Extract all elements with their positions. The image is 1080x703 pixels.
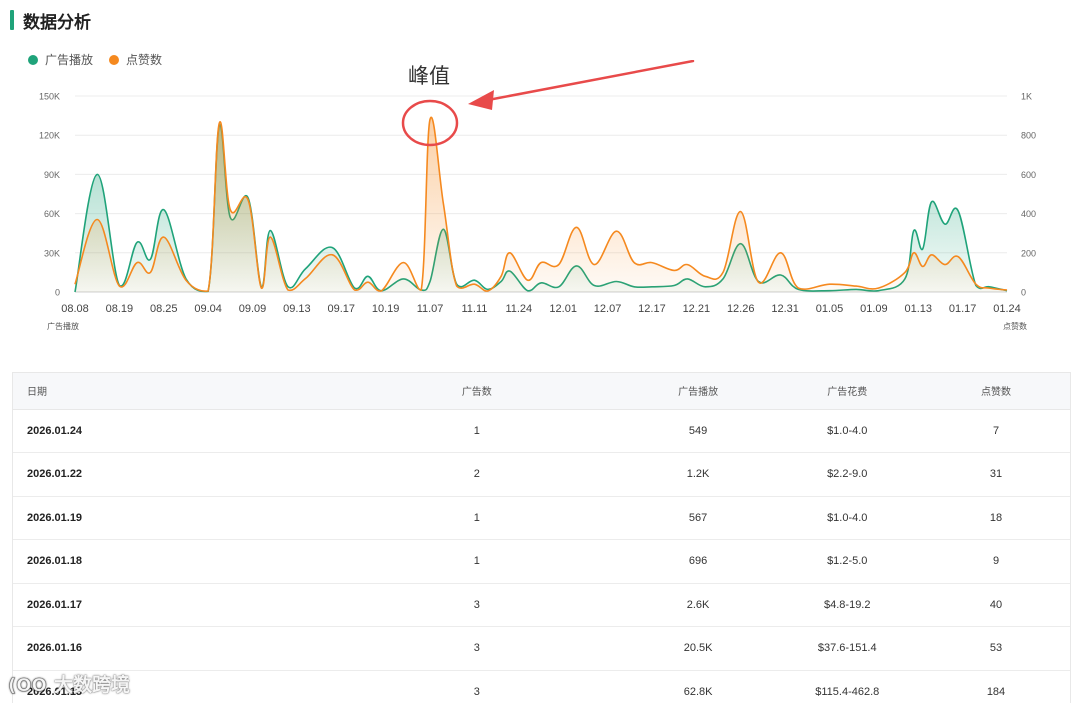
table-cell: 40 — [989, 598, 1003, 611]
x-tick-label: 11.11 — [461, 303, 487, 315]
table-cell: 549 — [688, 424, 708, 437]
table-cell: 31 — [989, 468, 1003, 481]
table-cell: 2.6K — [686, 598, 710, 611]
table-cell: $1.0-4.0 — [827, 424, 868, 437]
x-tick-label: 09.13 — [283, 303, 311, 315]
left-axis-title: 广告播放 — [47, 321, 79, 331]
data-table: 日期 广告数 广告播放 广告花费 点赞数 2026.01.24 1 549 $1.0-4.0 7… — [12, 372, 1071, 703]
watermark-logo-icon: (OO — [8, 674, 47, 696]
x-tick-label: 08.19 — [106, 303, 134, 315]
table-cell: 2 — [473, 468, 480, 481]
table-cell: 2026.01.24 — [27, 424, 83, 437]
section-header: 数据分析 — [10, 9, 91, 33]
table-cell: 2026.01.17 — [27, 598, 83, 611]
table-header-row: 日期 广告数 广告播放 广告花费 点赞数 — [13, 373, 1070, 410]
watermark: (OO 大数跨境 — [6, 670, 130, 697]
x-tick-label: 12.26 — [727, 303, 755, 315]
table-cell: 7 — [992, 424, 1000, 437]
table-cell: 1.2K — [686, 468, 710, 481]
x-tick-label: 12.17 — [638, 303, 666, 315]
right-axis-title: 点赞数 — [1003, 321, 1027, 331]
left-tick-label: 150K — [39, 92, 60, 102]
table-cell: 18 — [989, 511, 1003, 524]
column-header[interactable]: 点赞数 — [922, 373, 1070, 410]
x-tick-label: 10.19 — [372, 303, 400, 315]
x-tick-label: 11.07 — [417, 303, 444, 315]
table-row[interactable]: 2026.01.15 3 62.8K $115.4-462.8 184 — [13, 670, 1070, 703]
table-cell: $115.4-462.8 — [815, 685, 880, 698]
column-header[interactable]: 日期 — [13, 373, 330, 410]
section-accent-bar — [10, 10, 14, 30]
x-tick-label: 09.17 — [328, 303, 356, 315]
x-tick-label: 08.08 — [61, 303, 89, 315]
table-cell: 184 — [986, 685, 1006, 698]
table-cell: 696 — [688, 555, 708, 568]
area-chart: 0 0 30K 200 60K 400 90K 600 120K 800 150K 1K 08.08 08… — [39, 60, 1036, 331]
right-tick-label: 200 — [1021, 248, 1036, 258]
left-tick-label: 120K — [39, 131, 60, 141]
table-cell: 3 — [473, 685, 480, 698]
right-tick-label: 1K — [1021, 92, 1032, 102]
right-tick-label: 0 — [1021, 288, 1026, 298]
table-cell: 2026.01.16 — [27, 642, 83, 655]
table-cell: 20.5K — [683, 642, 713, 655]
table-cell: 567 — [688, 511, 708, 524]
table-cell: 9 — [992, 555, 1000, 568]
table-cell: $1.2-5.0 — [827, 555, 868, 568]
table-row[interactable]: 2026.01.18 1 696 $1.2-5.0 9 — [13, 540, 1070, 583]
left-tick-label: 60K — [44, 209, 60, 219]
peak-annotation-label: 峰值 — [408, 64, 450, 88]
table-cell: 2026.01.19 — [27, 511, 83, 524]
table-cell: 53 — [989, 642, 1003, 655]
arrow-shaft — [486, 60, 695, 102]
right-tick-label: 800 — [1021, 131, 1036, 141]
x-tick-label: 01.05 — [816, 303, 844, 315]
table-row[interactable]: 2026.01.16 3 20.5K $37.6-151.4 53 — [13, 627, 1070, 670]
x-tick-label: 01.17 — [949, 303, 977, 315]
table-row[interactable]: 2026.01.24 1 549 $1.0-4.0 7 — [13, 409, 1070, 453]
x-tick-label: 01.13 — [904, 303, 932, 315]
left-tick-label: 30K — [44, 248, 60, 258]
watermark-text: 大数跨境 — [54, 674, 131, 696]
left-tick-label: 0 — [55, 288, 60, 298]
table-cell: 2026.01.18 — [27, 555, 83, 568]
table-cell: $2.2-9.0 — [827, 468, 868, 481]
table-row[interactable]: 2026.01.19 1 567 $1.0-4.0 18 — [13, 496, 1070, 540]
table-cell: 1 — [473, 424, 480, 437]
right-tick-label: 600 — [1021, 170, 1036, 180]
x-tick-label: 01.09 — [860, 303, 888, 315]
table-cell: $37.6-151.4 — [817, 642, 877, 655]
column-header[interactable]: 广告数 — [329, 373, 624, 410]
arrow-head-icon — [468, 90, 494, 110]
table-cell: 2026.01.22 — [27, 468, 83, 481]
left-tick-label: 90K — [44, 170, 60, 180]
x-tick-label: 12.07 — [594, 303, 622, 315]
column-header[interactable]: 广告播放 — [623, 373, 773, 410]
x-tick-label: 12.01 — [549, 303, 577, 315]
table-row[interactable]: 2026.01.17 3 2.6K $4.8-19.2 40 — [13, 583, 1070, 627]
x-tick-label: 08.25 — [150, 303, 178, 315]
x-tick-label: 12.31 — [771, 303, 799, 315]
x-tick-label: 12.21 — [683, 303, 711, 315]
x-tick-label: 11.24 — [505, 303, 532, 315]
x-tick-label: 09.09 — [239, 303, 267, 315]
table-cell: $1.0-4.0 — [827, 511, 868, 524]
table-cell: $4.8-19.2 — [824, 598, 871, 611]
right-tick-label: 400 — [1021, 209, 1036, 219]
table-cell: 62.8K — [683, 685, 713, 698]
section-title: 数据分析 — [23, 12, 91, 33]
x-tick-label: 01.24 — [993, 303, 1021, 315]
x-tick-label: 09.04 — [194, 303, 222, 315]
table-cell: 3 — [473, 642, 480, 655]
table-cell: 3 — [473, 598, 480, 611]
svg-text:(OO: (OO — [8, 675, 47, 696]
table-row[interactable]: 2026.01.22 2 1.2K $2.2-9.0 31 — [13, 453, 1070, 496]
table-cell: 1 — [473, 511, 480, 524]
table-cell: 1 — [473, 555, 480, 568]
column-header[interactable]: 广告花费 — [772, 373, 922, 410]
